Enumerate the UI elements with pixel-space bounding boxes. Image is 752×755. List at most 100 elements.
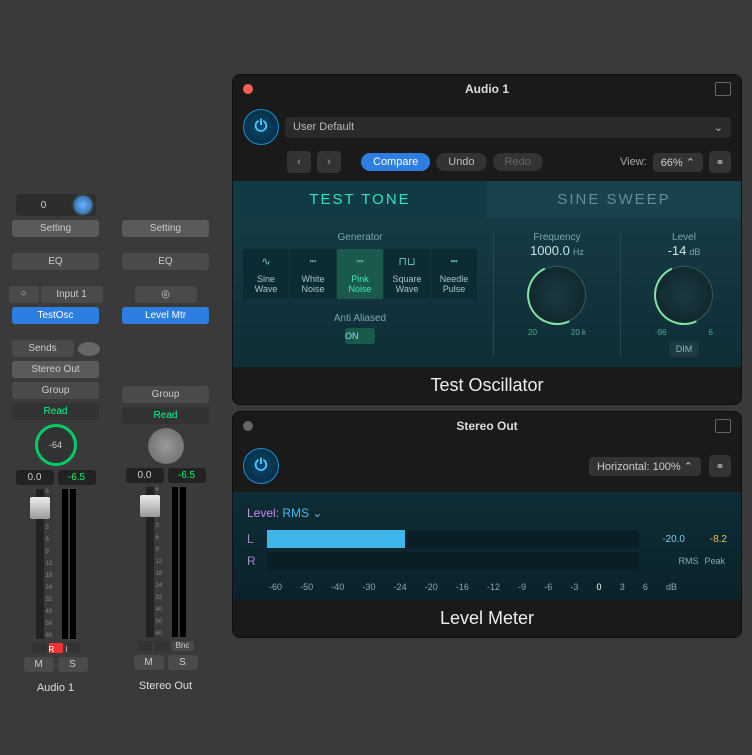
chevron-down-icon: ⌄: [714, 121, 723, 134]
pan-control[interactable]: 0: [16, 194, 96, 216]
frequency-label: Frequency: [510, 232, 604, 243]
level-meter-r: [70, 489, 76, 639]
link-icon[interactable]: ⚭: [709, 151, 731, 173]
db-left: 0.0: [126, 468, 164, 483]
automation-mode[interactable]: Read: [12, 403, 99, 420]
titlebar[interactable]: Audio 1: [233, 75, 741, 103]
peak-value: -8.2: [693, 534, 727, 545]
eq-button[interactable]: EQ: [12, 253, 99, 270]
generator-square-wave[interactable]: ⊓⊔SquareWave: [384, 249, 430, 299]
db-right: -6.5: [58, 470, 96, 485]
plugin-name: Level Meter: [233, 600, 741, 637]
pan-knob[interactable]: [148, 428, 184, 464]
indicator: [138, 641, 152, 651]
setting-button[interactable]: Setting: [122, 220, 209, 237]
level-knob[interactable]: [655, 266, 713, 324]
antialiased-toggle[interactable]: ON: [345, 328, 375, 344]
power-button[interactable]: ⏻: [243, 109, 279, 145]
fader[interactable]: 63036912182432405060: [126, 487, 206, 637]
antialiased-label: Anti Aliased: [243, 313, 477, 324]
frequency-knob[interactable]: [528, 266, 586, 324]
sends-label[interactable]: Sends: [12, 340, 74, 357]
bounce-button[interactable]: Bnc: [172, 641, 194, 651]
plugin-name: Test Oscillator: [233, 367, 741, 404]
eq-button[interactable]: EQ: [122, 253, 209, 270]
redo-button[interactable]: Redo: [493, 153, 543, 171]
compare-button[interactable]: Compare: [361, 153, 430, 171]
group-slot[interactable]: Group: [12, 382, 99, 399]
mute-button[interactable]: M: [134, 655, 164, 670]
rms-label: RMS: [678, 556, 698, 566]
level-mode-menu[interactable]: RMS ⌄: [282, 506, 322, 520]
frequency-value[interactable]: 1000.0: [530, 243, 570, 258]
close-icon[interactable]: [243, 84, 253, 94]
dim-button[interactable]: DIM: [669, 341, 699, 357]
pan-value: 0: [20, 200, 68, 211]
insert-levelmtr[interactable]: Level Mtr: [122, 307, 209, 324]
input-monitor[interactable]: I: [66, 643, 80, 653]
generator-sine-wave[interactable]: ∿SineWave: [243, 249, 289, 299]
strip-name: Audio 1: [37, 682, 74, 694]
input-toggle[interactable]: ○: [9, 286, 39, 303]
tab-test-tone[interactable]: TEST TONE: [233, 181, 487, 218]
meter-l: [267, 530, 639, 548]
output-slot[interactable]: Stereo Out: [12, 361, 99, 378]
fader-cap[interactable]: [30, 497, 50, 519]
prev-button[interactable]: ‹: [287, 151, 311, 173]
window-title: Stereo Out: [233, 419, 741, 433]
input-slot[interactable]: Input 1: [41, 286, 103, 303]
send-knob[interactable]: -64: [35, 424, 77, 466]
rms-value: -20.0: [647, 534, 685, 545]
link-icon[interactable]: ⚭: [709, 455, 731, 477]
channel-strip-stereo-out: Setting EQ ◎ Level Mtr Group Read 0.0 -6…: [118, 10, 213, 755]
close-icon[interactable]: [243, 421, 253, 431]
preset-menu[interactable]: User Default ⌄: [285, 117, 731, 138]
level-value[interactable]: -14: [668, 243, 687, 258]
generator-pink-noise[interactable]: ┉PinkNoise: [337, 249, 383, 299]
horizontal-menu[interactable]: Horizontal: 100% ⌃: [589, 457, 701, 476]
solo-button[interactable]: S: [58, 657, 88, 672]
level-label: Level:: [247, 506, 279, 520]
plugin-test-oscillator: Audio 1 ⏻ User Default ⌄ ‹ › Compare Und…: [232, 74, 742, 405]
generator-label: Generator: [243, 232, 477, 243]
titlebar[interactable]: Stereo Out: [233, 412, 741, 440]
expand-icon[interactable]: [715, 82, 731, 96]
solo-button[interactable]: S: [168, 655, 198, 670]
sends-dot[interactable]: [78, 342, 100, 356]
meter-scale: -60-50-40-30-24-20-16-12-9-6-3036dB: [247, 574, 727, 592]
generator-needle-pulse[interactable]: ┅NeedlePulse: [431, 249, 477, 299]
record-enable[interactable]: R: [49, 643, 63, 653]
fader-cap[interactable]: [140, 495, 160, 517]
level-meter-l: [172, 487, 178, 637]
stereo-icon[interactable]: ◎: [135, 286, 197, 303]
expand-icon[interactable]: [715, 419, 731, 433]
undo-button[interactable]: Undo: [436, 153, 486, 171]
db-right: -6.5: [168, 468, 206, 483]
mute-button[interactable]: M: [24, 657, 54, 672]
next-button[interactable]: ›: [317, 151, 341, 173]
indicator: [155, 641, 169, 651]
plugin-level-meter: Stereo Out ⏻ Horizontal: 100% ⌃ ⚭ Level:…: [232, 411, 742, 638]
view-label: View:: [620, 156, 647, 168]
setting-button[interactable]: Setting: [12, 220, 99, 237]
level-label: Level: [637, 232, 731, 243]
tab-sine-sweep[interactable]: SINE SWEEP: [487, 181, 741, 218]
level-meter-l: [62, 489, 68, 639]
fader[interactable]: 63036912182432405060: [16, 489, 96, 639]
zoom-menu[interactable]: 66% ⌃: [653, 153, 703, 172]
power-button[interactable]: ⏻: [243, 448, 279, 484]
channel-r-label: R: [247, 554, 259, 568]
peak-label: Peak: [704, 556, 725, 566]
db-left: 0.0: [16, 470, 54, 485]
group-slot[interactable]: Group: [122, 386, 209, 403]
indicator: [32, 643, 46, 653]
strip-name: Stereo Out: [139, 680, 192, 692]
window-title: Audio 1: [233, 82, 741, 96]
insert-testosc[interactable]: TestOsc: [12, 307, 99, 324]
meter-r: [267, 552, 639, 570]
generator-white-noise[interactable]: ┉WhiteNoise: [290, 249, 336, 299]
level-meter-r: [180, 487, 186, 637]
pan-knob[interactable]: [74, 196, 92, 214]
automation-mode[interactable]: Read: [122, 407, 209, 424]
channel-strip-audio1: 0 Setting EQ ○ Input 1 TestOsc Sends Ste…: [8, 10, 103, 755]
